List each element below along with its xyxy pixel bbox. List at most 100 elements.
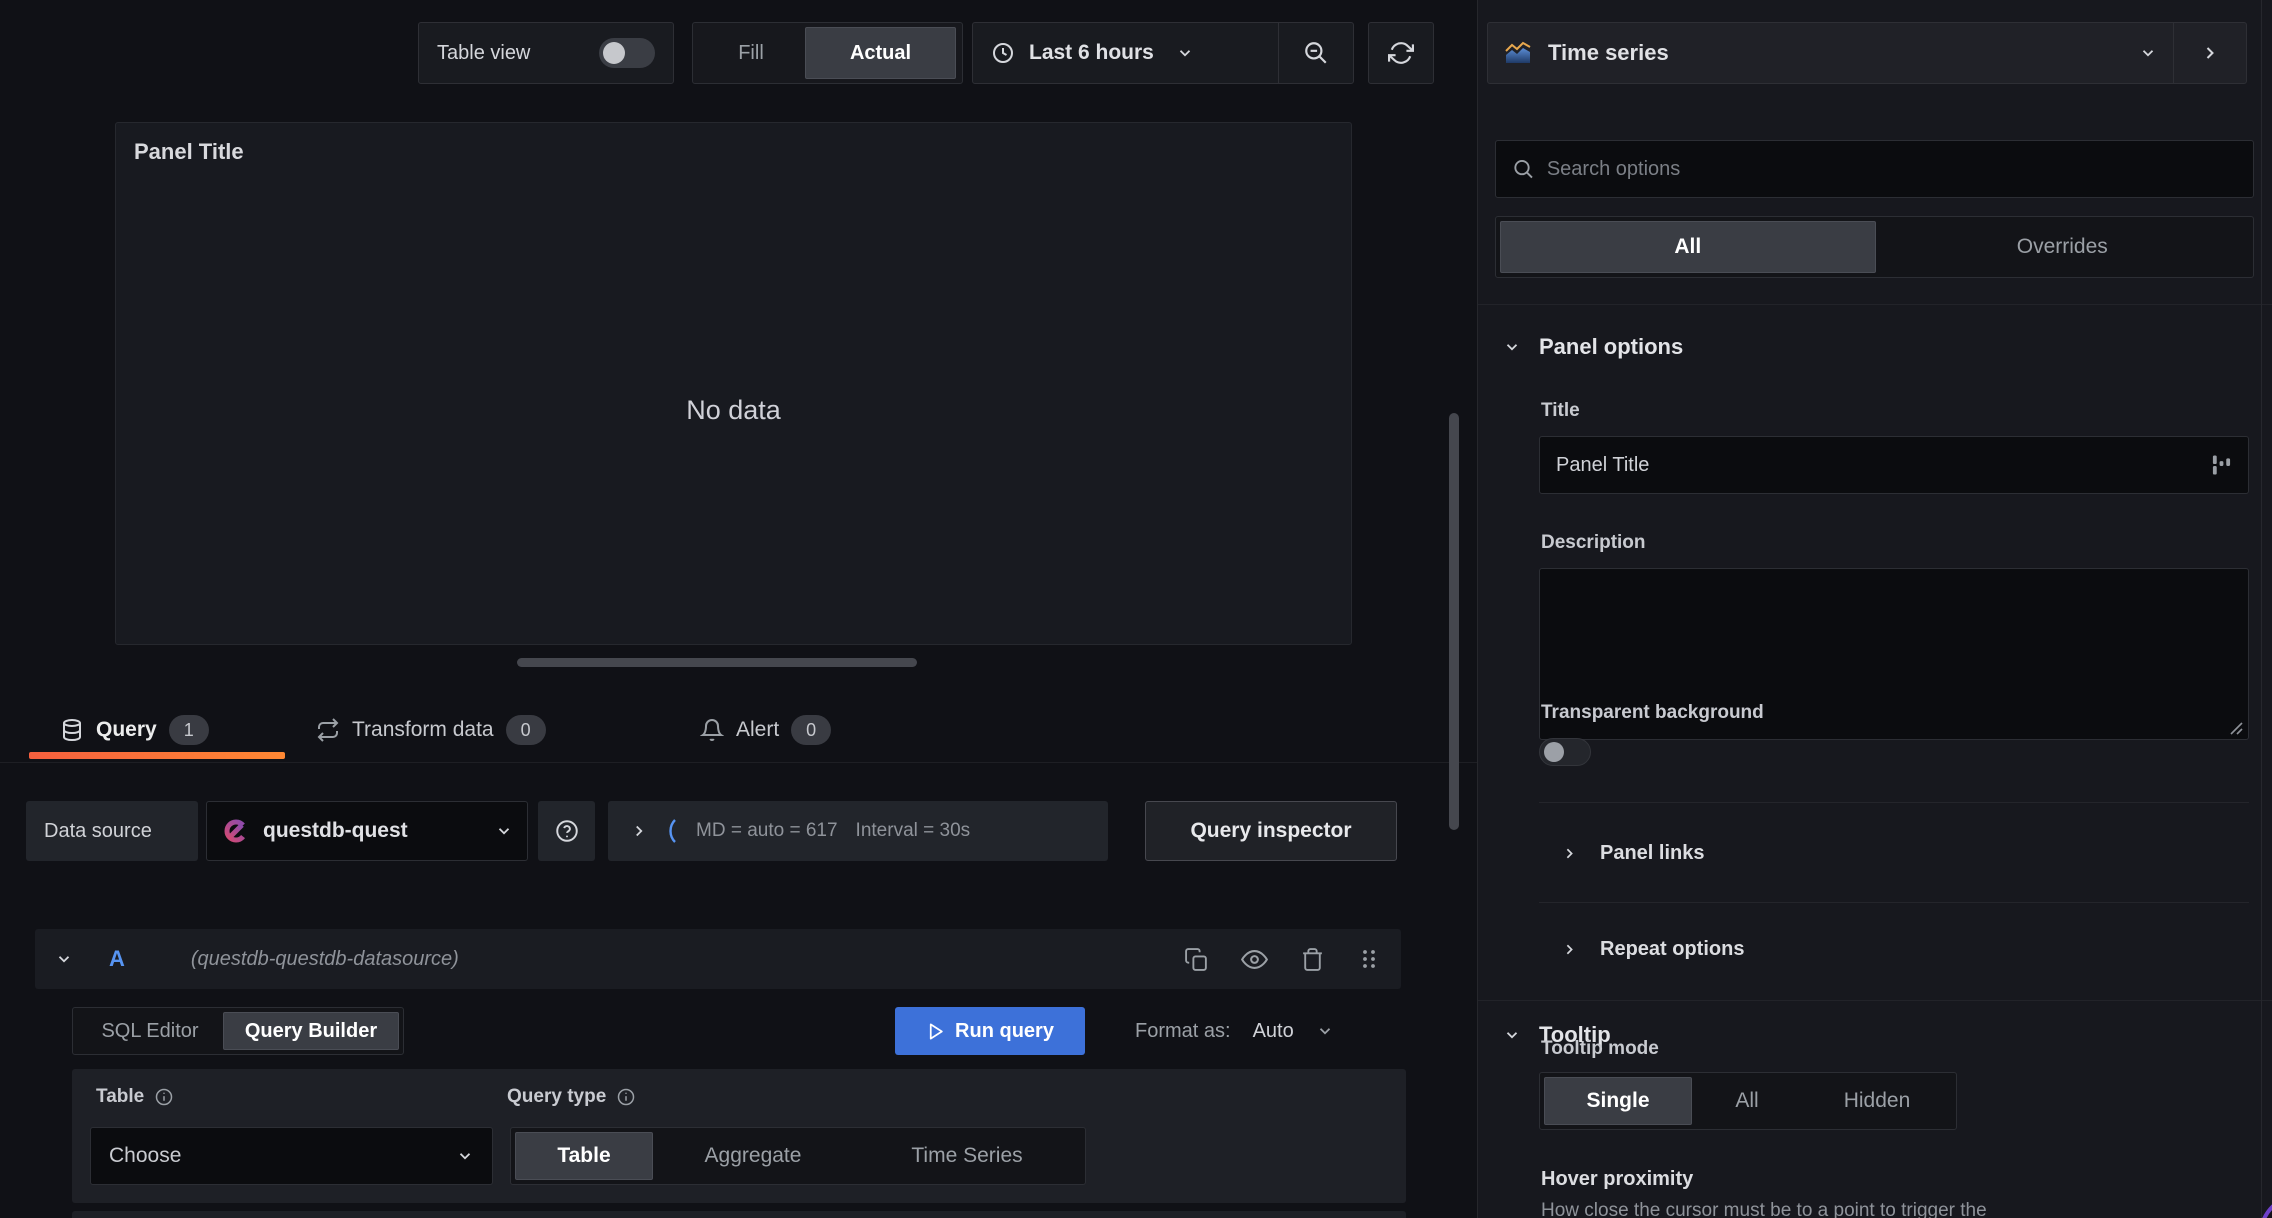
editor-mode-switch: SQL Editor Query Builder — [72, 1007, 404, 1055]
panel-resize-handle[interactable] — [517, 658, 917, 667]
transparent-bg-label: Transparent background — [1541, 702, 1764, 723]
tooltip-mode-label: Tooltip mode — [1541, 1038, 1659, 1059]
fill-actual-switch: Fill Actual — [692, 22, 963, 84]
panel-options-title: Panel options — [1539, 334, 1684, 359]
resize-corner-icon[interactable] — [2229, 721, 2243, 735]
tooltip-mode-single[interactable]: Single — [1544, 1077, 1692, 1125]
timeseries-viz-icon — [1505, 41, 1531, 63]
drag-handle-icon[interactable] — [1357, 947, 1381, 971]
run-query-button[interactable]: Run query — [895, 1007, 1085, 1055]
query-type-table[interactable]: Table — [515, 1132, 653, 1180]
tab-transform-label: Transform data — [352, 718, 494, 741]
repeat-options-header[interactable]: Repeat options — [1561, 938, 1744, 961]
chevron-down-icon — [1506, 344, 1518, 351]
title-field[interactable] — [1539, 436, 2249, 494]
loading-indicator-icon — [669, 819, 676, 843]
refresh-button[interactable] — [1368, 22, 1434, 84]
visualization-picker: Time series — [1487, 22, 2247, 84]
options-search-input[interactable] — [1546, 157, 2237, 181]
datasource-picker[interactable]: questdb-quest — [206, 801, 528, 861]
delete-query-trash-icon[interactable] — [1300, 947, 1325, 972]
table-view-control: Table view — [418, 22, 674, 84]
tab-transform[interactable]: Transform data 0 — [316, 706, 546, 754]
play-icon — [929, 1023, 943, 1039]
visualization-value: Time series — [1548, 40, 1669, 65]
search-icon — [1514, 159, 1533, 179]
chevron-down-icon — [1506, 1032, 1518, 1039]
viz-suggestions-button[interactable] — [2174, 43, 2246, 63]
table-select[interactable]: Choose — [90, 1127, 493, 1185]
transparent-bg-toggle[interactable] — [1539, 738, 1591, 766]
tooltip-mode-switch: Single All Hidden — [1539, 1072, 1957, 1130]
filter-overrides-option[interactable]: Overrides — [1876, 221, 2250, 273]
panel-options-header[interactable]: Panel options — [1503, 334, 1683, 360]
collapse-chevron-icon[interactable] — [55, 950, 73, 968]
tab-alert-count: 0 — [791, 715, 832, 745]
table-select-value: Choose — [109, 1144, 182, 1167]
filter-all-option[interactable]: All — [1500, 221, 1876, 273]
next-builder-card-edge — [72, 1211, 1406, 1218]
time-range-button[interactable]: Last 6 hours — [973, 41, 1278, 65]
zoom-out-button[interactable] — [1279, 40, 1353, 66]
actual-option[interactable]: Actual — [805, 27, 956, 79]
tab-query-label: Query — [96, 718, 157, 741]
query-inspector-button[interactable]: Query inspector — [1145, 801, 1397, 861]
datasource-label: Data source — [26, 801, 198, 861]
chevron-right-icon — [2206, 47, 2214, 59]
tooltip-mode-all[interactable]: All — [1692, 1077, 1802, 1125]
chevron-right-icon — [1566, 944, 1573, 955]
chevron-down-icon — [2142, 50, 2154, 57]
tab-alert[interactable]: Alert 0 — [700, 706, 832, 754]
tooltip-mode-hidden[interactable]: Hidden — [1802, 1077, 1952, 1125]
datasource-label-text: Data source — [44, 819, 152, 842]
duplicate-query-icon[interactable] — [1184, 947, 1209, 972]
suggestions-icon[interactable] — [2211, 452, 2232, 478]
hover-proximity-help: How close the cursor must be to a point … — [1541, 1200, 1987, 1218]
format-as-label: Format as: — [1135, 1019, 1231, 1042]
time-range-control: Last 6 hours — [972, 22, 1354, 84]
chevron-down-icon — [1179, 50, 1191, 57]
sidebar-scroll-gutter — [2261, 0, 2262, 1218]
panel-title[interactable]: Panel Title — [134, 139, 244, 165]
table-view-toggle[interactable] — [599, 38, 655, 68]
info-circle-icon — [618, 1088, 635, 1106]
format-as-value: Auto — [1252, 1019, 1294, 1042]
query-type-timeseries[interactable]: Time Series — [853, 1132, 1081, 1180]
disable-query-eye-icon[interactable] — [1241, 946, 1268, 973]
chevron-down-icon — [498, 828, 510, 835]
options-pane: Time series All Overrides Panel options … — [1477, 0, 2272, 1218]
title-field-label: Title — [1541, 400, 1580, 421]
chevron-down-icon — [459, 1153, 471, 1160]
time-range-label: Last 6 hours — [1029, 41, 1154, 64]
visualization-select[interactable]: Time series — [1488, 40, 2173, 66]
query-type-label-row: Query type — [507, 1086, 636, 1108]
query-type-aggregate[interactable]: Aggregate — [653, 1132, 853, 1180]
refresh-icon — [1388, 42, 1414, 64]
grafana-panel-editor: Table view Fill Actual Last 6 hours Pane… — [0, 0, 2272, 1218]
format-as-control[interactable]: Format as: Auto — [1135, 1007, 1334, 1055]
title-field-input[interactable] — [1556, 453, 2202, 477]
inset-divider — [1539, 902, 2249, 903]
tab-query[interactable]: Query 1 — [60, 706, 209, 754]
options-search[interactable] — [1495, 140, 2254, 198]
info-circle-icon — [155, 1088, 173, 1106]
fill-option[interactable]: Fill — [697, 27, 805, 79]
query-row-header[interactable]: A (questdb-questdb-datasource) — [35, 929, 1401, 989]
tabbar-border — [0, 762, 1477, 763]
zoom-out-icon — [1305, 42, 1327, 64]
chevron-right-icon — [1566, 848, 1573, 859]
transform-icon — [317, 718, 339, 742]
query-options-summary[interactable]: MD = auto = 617 Interval = 30s — [608, 801, 1108, 861]
description-field-label: Description — [1541, 532, 1646, 553]
query-builder-option[interactable]: Query Builder — [223, 1012, 399, 1050]
query-ref-id: A — [109, 946, 125, 971]
options-filter-switch: All Overrides — [1495, 216, 2254, 278]
sql-editor-option[interactable]: SQL Editor — [77, 1012, 223, 1050]
panel-links-header[interactable]: Panel links — [1561, 842, 1705, 865]
vertical-scrollbar-thumb[interactable] — [1449, 413, 1459, 830]
max-data-points-summary: MD = auto = 617 — [696, 820, 838, 841]
query-type-label: Query type — [507, 1086, 607, 1107]
tab-transform-count: 0 — [505, 715, 546, 745]
datasource-help-button[interactable] — [538, 801, 595, 861]
query-datasource-hint: (questdb-questdb-datasource) — [190, 947, 459, 970]
